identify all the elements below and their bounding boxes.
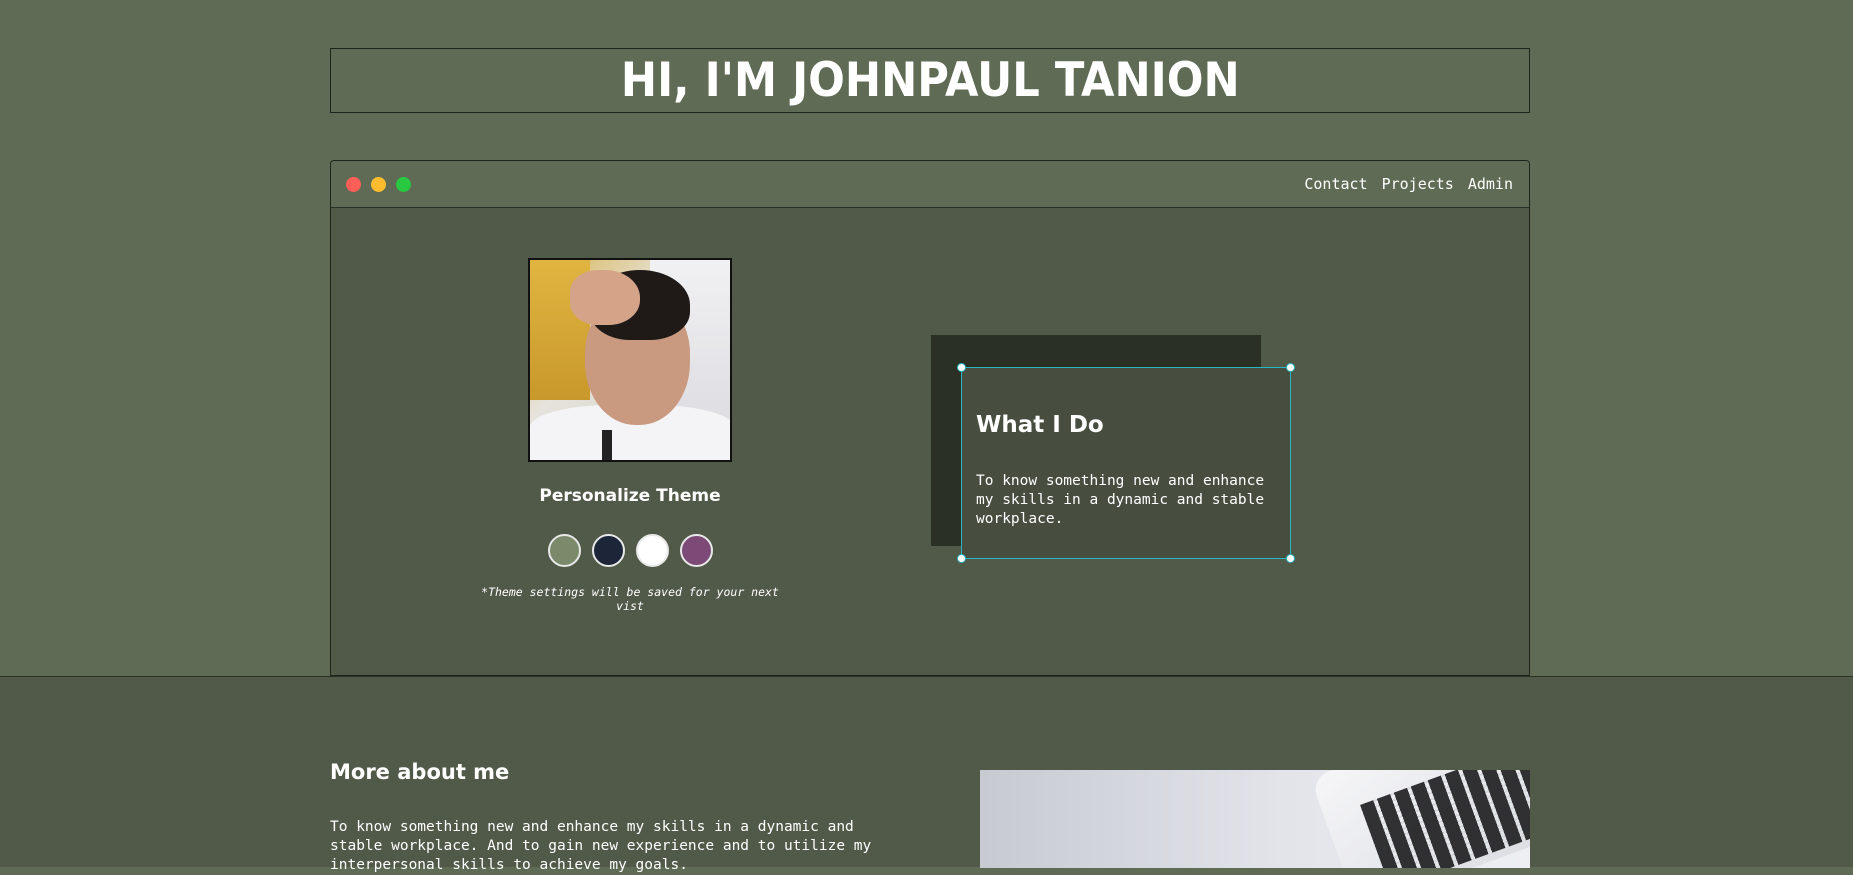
theme-swatch-plum[interactable] bbox=[680, 534, 713, 567]
page-title: HI, I'M JOHNPAUL TANION bbox=[620, 53, 1240, 108]
resize-handle-top-right[interactable] bbox=[1286, 363, 1295, 372]
about-text: To know something new and enhance my ski… bbox=[330, 819, 872, 873]
resize-handle-bottom-right[interactable] bbox=[1286, 554, 1295, 563]
hero-section: HI, I'M JOHNPAUL TANION Contact Projects… bbox=[0, 0, 1853, 676]
theme-note: *Theme settings will be saved for your n… bbox=[481, 585, 779, 613]
title-banner: HI, I'M JOHNPAUL TANION bbox=[330, 48, 1530, 113]
what-i-do-title: What I Do bbox=[976, 412, 1104, 438]
nav-admin-link[interactable]: Admin bbox=[1468, 175, 1513, 193]
minimize-icon[interactable] bbox=[371, 177, 386, 192]
theme-swatches bbox=[548, 534, 713, 567]
close-icon[interactable] bbox=[346, 177, 361, 192]
what-i-do-text: To know something new and enhance my ski… bbox=[976, 473, 1265, 527]
browser-window: Contact Projects Admin Personalize Theme… bbox=[330, 160, 1530, 676]
what-i-do-card[interactable]: What I Do To know something new and enha… bbox=[957, 363, 1295, 563]
theme-swatch-navy[interactable] bbox=[592, 534, 625, 567]
about-title: More about me bbox=[330, 760, 510, 784]
maximize-icon[interactable] bbox=[396, 177, 411, 192]
theme-swatch-white[interactable] bbox=[636, 534, 669, 567]
theme-swatch-sage[interactable] bbox=[548, 534, 581, 567]
resize-handle-top-left[interactable] bbox=[957, 363, 966, 372]
laptop-image bbox=[980, 770, 1530, 868]
profile-photo bbox=[528, 258, 732, 462]
nav-contact-link[interactable]: Contact bbox=[1304, 175, 1367, 193]
about-section: More about me To know something new and … bbox=[0, 676, 1853, 873]
nav-projects-link[interactable]: Projects bbox=[1382, 175, 1454, 193]
theme-title: Personalize Theme bbox=[539, 486, 721, 506]
resize-handle-bottom-left[interactable] bbox=[957, 554, 966, 563]
window-titlebar: Contact Projects Admin bbox=[331, 161, 1529, 208]
top-nav: Contact Projects Admin bbox=[1304, 175, 1513, 193]
